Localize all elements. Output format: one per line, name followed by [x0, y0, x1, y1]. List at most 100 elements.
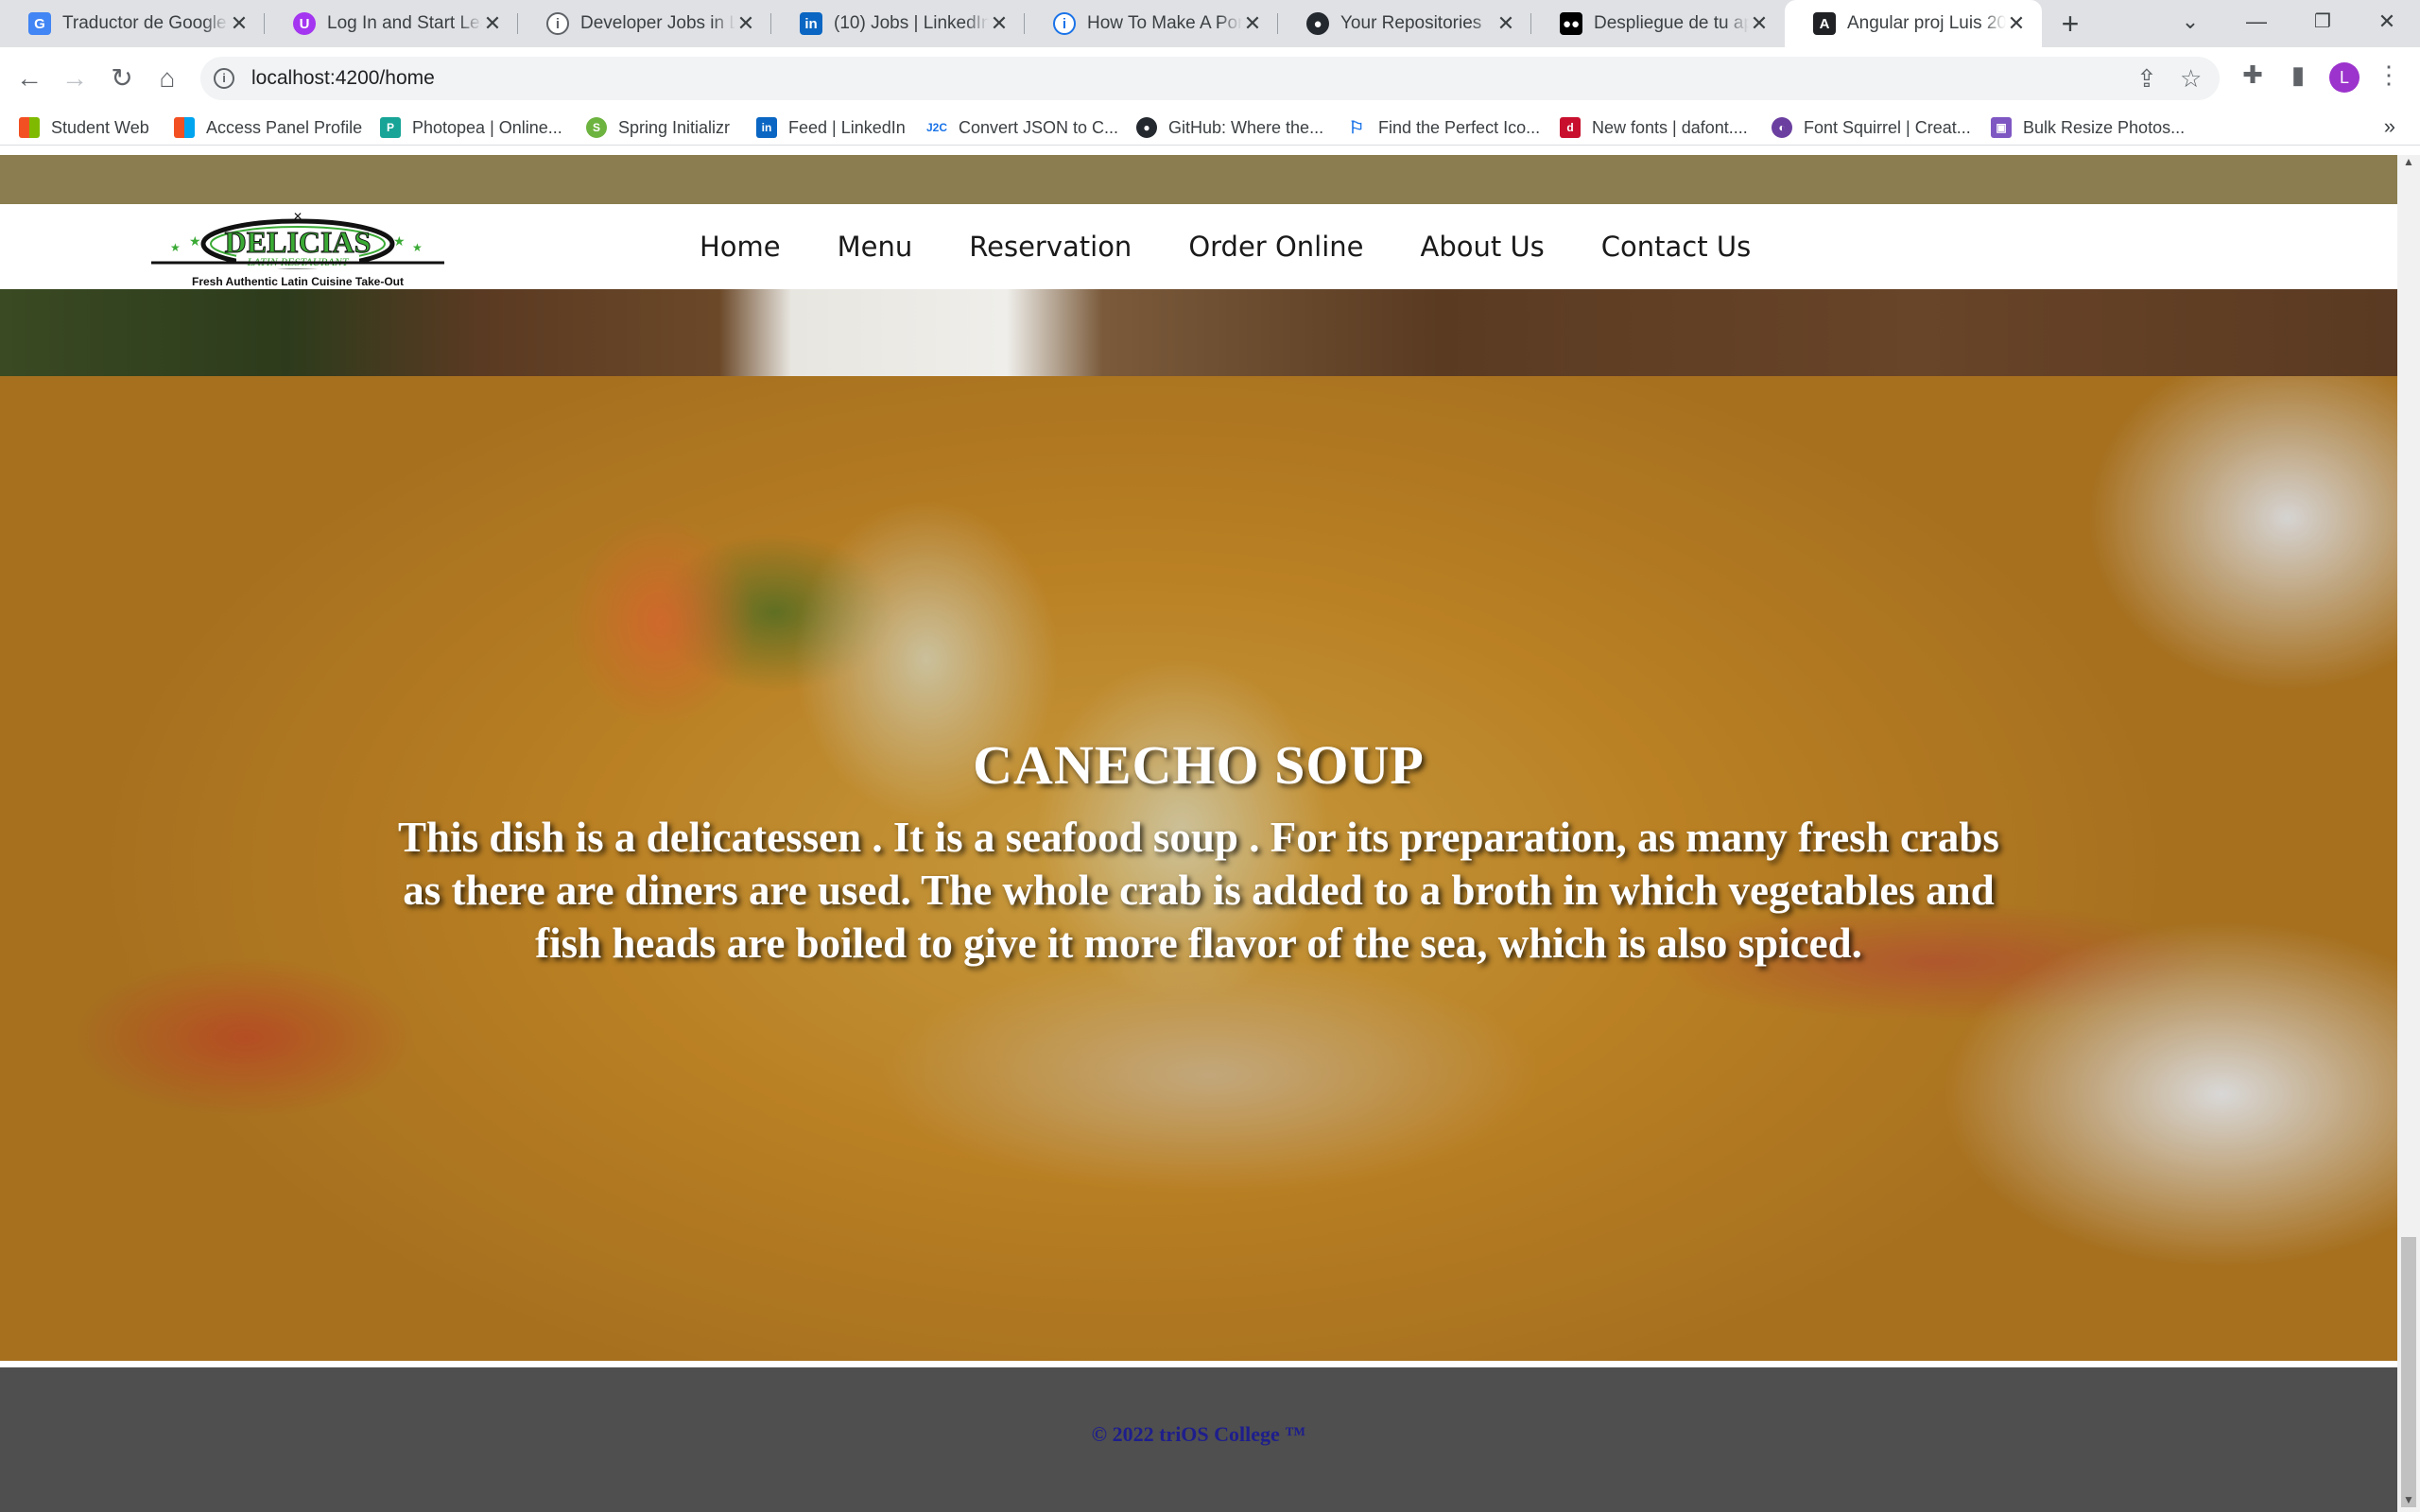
- page-scrollbar[interactable]: ▲ ▼: [2397, 155, 2420, 1512]
- bulkresize-icon: ▣: [1991, 117, 2012, 138]
- nav-order-online[interactable]: Order Online: [1188, 231, 1363, 263]
- close-icon[interactable]: ✕: [1495, 11, 1516, 36]
- main-nav: Home Menu Reservation Order Online About…: [700, 204, 1807, 289]
- bookmark-item[interactable]: ● GitHub: Where the...: [1136, 114, 1323, 141]
- bookmark-label: Bulk Resize Photos...: [2023, 117, 2186, 137]
- avatar[interactable]: L: [2329, 62, 2360, 93]
- browser-tab[interactable]: i How To Make A Portfolio ✕: [1025, 0, 1278, 47]
- bookmark-item[interactable]: d New fonts | dafont....: [1560, 114, 1748, 141]
- json2csharp-icon: J2C: [926, 117, 947, 138]
- nav-reservation[interactable]: Reservation: [969, 231, 1132, 263]
- scroll-down-icon[interactable]: ▼: [2397, 1493, 2420, 1512]
- close-icon[interactable]: ✕: [989, 11, 1010, 36]
- browser-tab[interactable]: in (10) Jobs | LinkedIn ✕: [771, 0, 1025, 47]
- browser-tab[interactable]: U Log In and Start Learning ✕: [265, 0, 518, 47]
- reload-icon[interactable]: ↻: [106, 62, 138, 94]
- star-icon: ★: [393, 233, 406, 249]
- close-icon[interactable]: ✕: [1749, 11, 1770, 36]
- angular-icon: A: [1813, 12, 1836, 35]
- bookmark-label: GitHub: Where the...: [1168, 117, 1324, 137]
- browser-tab[interactable]: i Developer Jobs in London ✕: [518, 0, 771, 47]
- bookmark-item[interactable]: ⚐ Find the Perfect Ico...: [1346, 114, 1540, 141]
- close-icon[interactable]: ✕: [229, 11, 250, 36]
- info-icon: i: [546, 12, 569, 35]
- bookmarks-bar: Student Web Access Panel Profile P Photo…: [0, 110, 2420, 146]
- spring-icon: S: [586, 117, 607, 138]
- github-icon: ●: [1306, 12, 1329, 35]
- bookmark-label: New fonts | dafont....: [1592, 117, 1748, 137]
- tab-title: How To Make A Portfolio: [1087, 13, 1242, 33]
- tab-title: Despliegue de tu aplicación: [1594, 13, 1749, 33]
- github-icon: ●: [1136, 117, 1157, 138]
- linkedin-icon: in: [756, 117, 777, 138]
- bookmark-label: Photopea | Online...: [412, 117, 562, 137]
- bookmark-item[interactable]: P Photopea | Online...: [380, 114, 562, 141]
- info-icon: i: [1053, 12, 1076, 35]
- browser-tab[interactable]: ● Your Repositories ✕: [1278, 0, 1531, 47]
- star-icon: ★: [412, 241, 423, 254]
- scroll-up-icon[interactable]: ▲: [2397, 155, 2420, 174]
- close-icon[interactable]: ✕: [2006, 11, 2027, 36]
- address-bar[interactable]: i localhost:4200/home ⇪ ☆: [200, 57, 2220, 100]
- bookmark-label: Convert JSON to C...: [959, 117, 1119, 137]
- hero-title: CANECHO SOUP: [973, 734, 1425, 796]
- bookmark-item[interactable]: Access Panel Profile: [174, 114, 362, 141]
- side-panel-icon[interactable]: ▮: [2282, 60, 2314, 90]
- menu-kebab-icon[interactable]: ⋮: [2373, 60, 2405, 90]
- google-translate-icon: G: [28, 12, 51, 35]
- site-footer: © 2022 triOS College ™: [0, 1365, 2397, 1512]
- nav-contact-us[interactable]: Contact Us: [1601, 231, 1751, 263]
- top-band: [0, 155, 2397, 204]
- scrollbar-thumb[interactable]: [2401, 1237, 2416, 1507]
- tab-title: Developer Jobs in London: [580, 13, 735, 33]
- bookmark-label: Spring Initializr: [618, 117, 731, 137]
- tab-title: (10) Jobs | LinkedIn: [834, 13, 989, 33]
- tab-title: Your Repositories: [1340, 13, 1482, 33]
- minimize-button[interactable]: —: [2223, 0, 2290, 43]
- site-header: DELICIAS LATIN RESTAURANT ✕ ★ ★ ★ ★ Fres…: [0, 204, 2397, 289]
- close-icon[interactable]: ✕: [482, 11, 503, 36]
- browser-tab-active[interactable]: A Angular proj Luis 2022 ✕: [1785, 0, 2042, 47]
- browser-tab[interactable]: ●● Despliegue de tu aplicación ✕: [1531, 0, 1785, 47]
- bookmarks-overflow-icon[interactable]: »: [2384, 114, 2395, 139]
- forward-icon[interactable]: →: [59, 62, 91, 94]
- linkedin-icon: in: [800, 12, 822, 35]
- bookmark-item[interactable]: in Feed | LinkedIn: [756, 114, 906, 141]
- close-icon[interactable]: ✕: [1242, 11, 1263, 36]
- bookmark-item[interactable]: ◐ Font Squirrel | Creat...: [1772, 114, 1971, 141]
- bookmark-label: Find the Perfect Ico...: [1378, 117, 1541, 137]
- bookmark-item[interactable]: J2C Convert JSON to C...: [926, 114, 1118, 141]
- extensions-icon[interactable]: ✚: [2237, 60, 2269, 90]
- back-icon[interactable]: ←: [13, 62, 45, 94]
- bookmark-item[interactable]: S Spring Initializr: [586, 114, 730, 141]
- home-icon[interactable]: ⌂: [151, 62, 183, 94]
- page-viewport: DELICIAS LATIN RESTAURANT ✕ ★ ★ ★ ★ Fres…: [0, 155, 2397, 1512]
- hero-slide: CANECHO SOUP This dish is a delicatessen…: [0, 376, 2397, 1361]
- star-icon: ★: [170, 241, 181, 254]
- nav-about-us[interactable]: About Us: [1421, 231, 1545, 263]
- nav-menu[interactable]: Menu: [838, 231, 913, 263]
- restore-button[interactable]: ❐: [2290, 0, 2356, 43]
- browser-tab[interactable]: G Traductor de Google ✕: [0, 0, 265, 47]
- browser-tab-bar: G Traductor de Google ✕ U Log In and Sta…: [0, 0, 2420, 47]
- restaurant-logo[interactable]: DELICIAS LATIN RESTAURANT ✕ ★ ★ ★ ★ Fres…: [149, 208, 446, 289]
- flag-icon: ⚐: [1346, 117, 1367, 138]
- new-tab-button[interactable]: +: [2053, 6, 2087, 42]
- url-text[interactable]: localhost:4200/home: [251, 67, 435, 90]
- bookmark-label: Feed | LinkedIn: [788, 117, 906, 137]
- nav-home[interactable]: Home: [700, 231, 781, 263]
- close-icon[interactable]: ✕: [735, 11, 756, 36]
- previous-slide-image: [0, 289, 2397, 376]
- tab-search-icon[interactable]: ⌄: [2157, 0, 2223, 43]
- bookmark-star-icon[interactable]: ☆: [2180, 64, 2202, 94]
- dafont-icon: d: [1560, 117, 1581, 138]
- bookmark-item[interactable]: Student Web: [19, 114, 149, 141]
- star-icon: ★: [189, 233, 201, 249]
- microsoft-icon: [174, 117, 195, 138]
- close-window-button[interactable]: ✕: [2354, 0, 2420, 43]
- bookmark-item[interactable]: ▣ Bulk Resize Photos...: [1991, 114, 2185, 141]
- udemy-icon: U: [293, 12, 316, 35]
- site-info-icon[interactable]: i: [214, 68, 234, 89]
- share-icon[interactable]: ⇪: [2136, 64, 2157, 94]
- bookmark-label: Student Web: [51, 117, 149, 137]
